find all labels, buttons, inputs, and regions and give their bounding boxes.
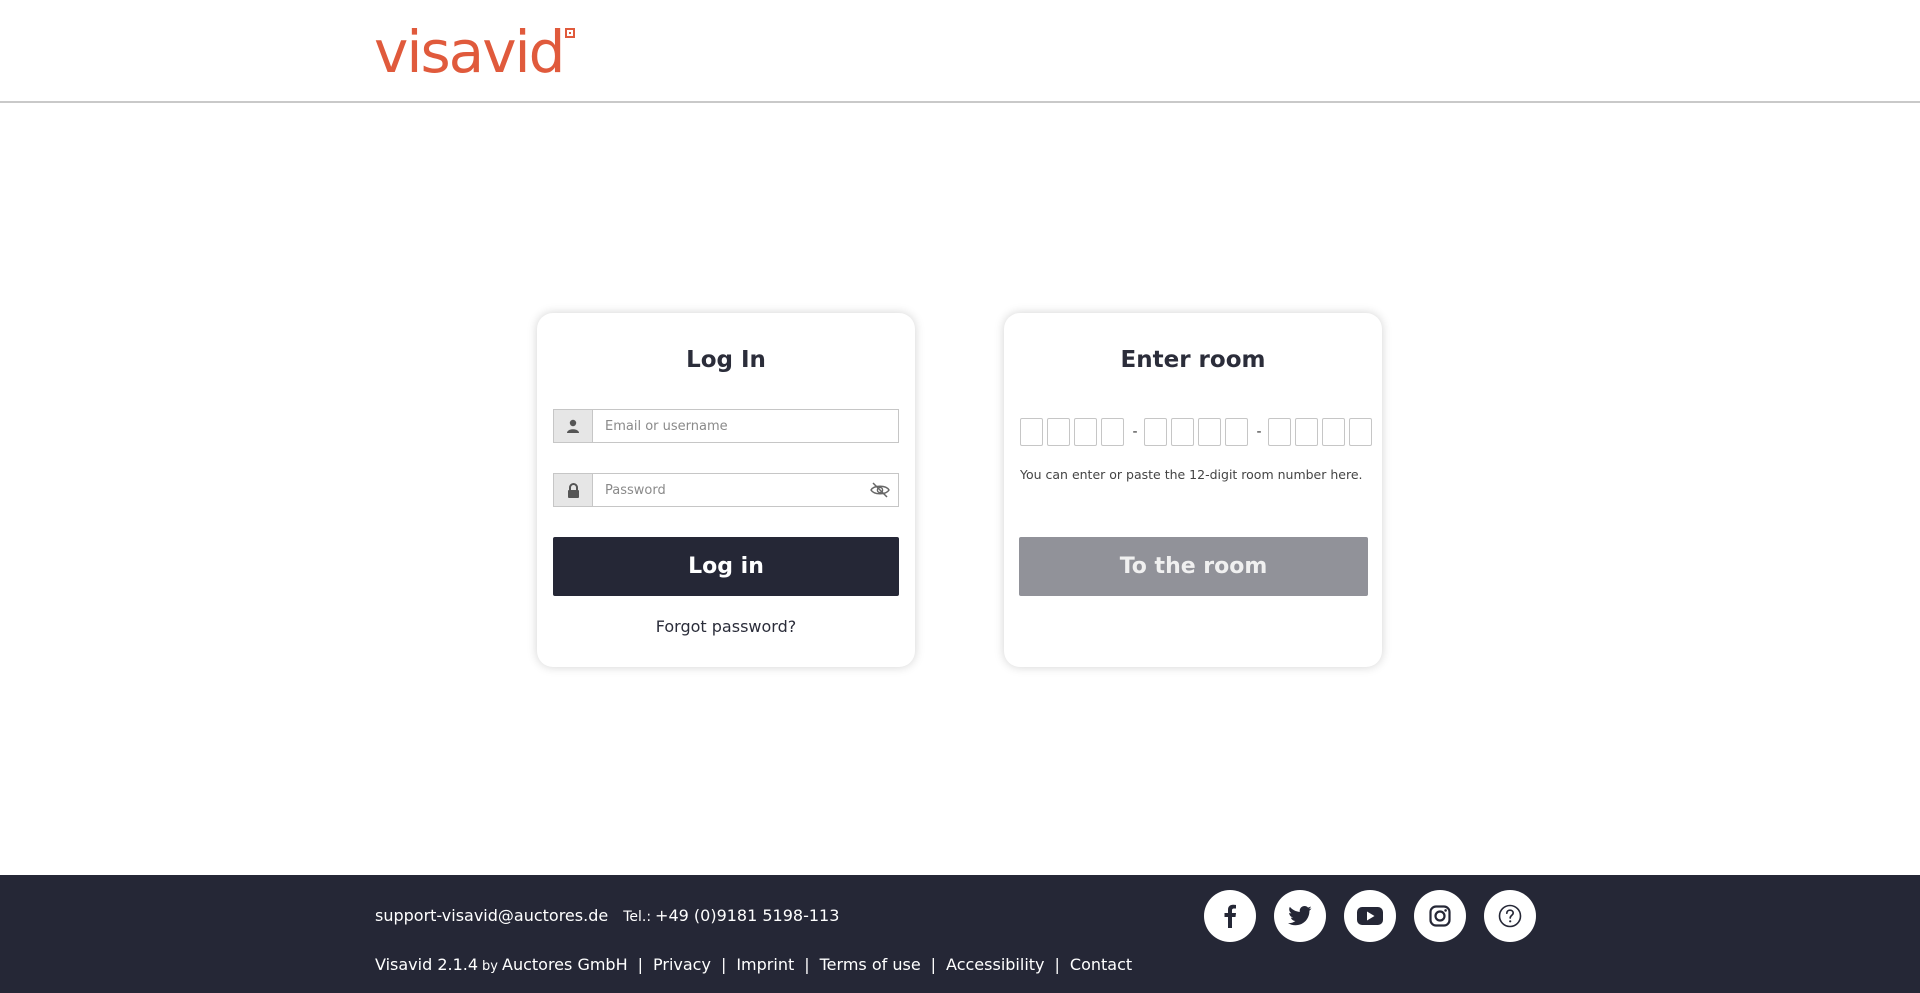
room-digit-input[interactable] <box>1225 418 1248 446</box>
username-input[interactable] <box>593 410 898 442</box>
version-label: Visavid 2.1.4 <box>375 955 479 974</box>
divider: | <box>1054 955 1060 974</box>
accessibility-link[interactable]: Accessibility <box>946 955 1044 974</box>
header: visavid <box>0 0 1920 103</box>
room-digit-input[interactable] <box>1349 418 1372 446</box>
footer-contact: support-visavid@auctores.de Tel.: +49 (0… <box>375 906 839 925</box>
room-digit-input[interactable] <box>1268 418 1291 446</box>
room-digit-input[interactable] <box>1074 418 1097 446</box>
lock-icon <box>554 474 593 506</box>
login-button[interactable]: Log in <box>553 537 899 596</box>
login-title: Log In <box>686 347 766 373</box>
logo-text: visavid <box>374 18 565 86</box>
company-link[interactable]: Auctores GmbH <box>502 955 628 974</box>
by-label: by <box>482 959 498 974</box>
toggle-password-visibility-icon[interactable] <box>862 474 898 506</box>
to-the-room-button[interactable]: To the room <box>1019 537 1368 596</box>
room-digit-input[interactable] <box>1101 418 1124 446</box>
registered-mark-icon <box>565 28 576 38</box>
help-icon[interactable] <box>1484 890 1536 942</box>
divider: | <box>637 955 643 974</box>
room-digit-input[interactable] <box>1171 418 1194 446</box>
instagram-icon[interactable] <box>1414 890 1466 942</box>
phone-link[interactable]: +49 (0)9181 5198-113 <box>655 906 839 925</box>
social-links <box>1204 890 1554 942</box>
room-digit-input[interactable] <box>1020 418 1043 446</box>
room-hint: You can enter or paste the 12-digit room… <box>1020 467 1363 482</box>
room-digit-input[interactable] <box>1047 418 1070 446</box>
imprint-link[interactable]: Imprint <box>736 955 794 974</box>
room-digit-input[interactable] <box>1295 418 1318 446</box>
forgot-password-link[interactable]: Forgot password? <box>537 617 915 636</box>
user-icon <box>554 410 593 442</box>
facebook-icon[interactable] <box>1204 890 1256 942</box>
divider: | <box>720 955 727 974</box>
enter-room-card: Enter room - - You can enter or paste th… <box>1004 313 1382 667</box>
tel-label: Tel.: <box>623 909 652 925</box>
room-digit-input[interactable] <box>1144 418 1167 446</box>
digit-separator: - <box>1132 424 1138 440</box>
password-field <box>553 473 899 507</box>
twitter-icon[interactable] <box>1274 890 1326 942</box>
password-input[interactable] <box>593 474 862 506</box>
login-card: Log In Log in Forgot password? <box>537 313 915 667</box>
footer: support-visavid@auctores.de Tel.: +49 (0… <box>0 875 1920 993</box>
privacy-link[interactable]: Privacy <box>653 955 711 974</box>
digit-separator: - <box>1256 424 1262 440</box>
terms-link[interactable]: Terms of use <box>820 955 921 974</box>
contact-link[interactable]: Contact <box>1070 955 1132 974</box>
youtube-icon[interactable] <box>1344 890 1396 942</box>
room-digit-input[interactable] <box>1322 418 1345 446</box>
divider: | <box>930 955 937 974</box>
username-field <box>553 409 899 443</box>
support-email-link[interactable]: support-visavid@auctores.de <box>375 906 608 925</box>
visavid-logo[interactable]: visavid <box>374 18 576 86</box>
room-number-inputs: - - <box>1020 418 1376 446</box>
room-title: Enter room <box>1120 347 1266 373</box>
divider: | <box>804 955 810 974</box>
footer-links: Visavid 2.1.4 by Auctores GmbH | Privacy… <box>375 955 1132 974</box>
room-digit-input[interactable] <box>1198 418 1221 446</box>
